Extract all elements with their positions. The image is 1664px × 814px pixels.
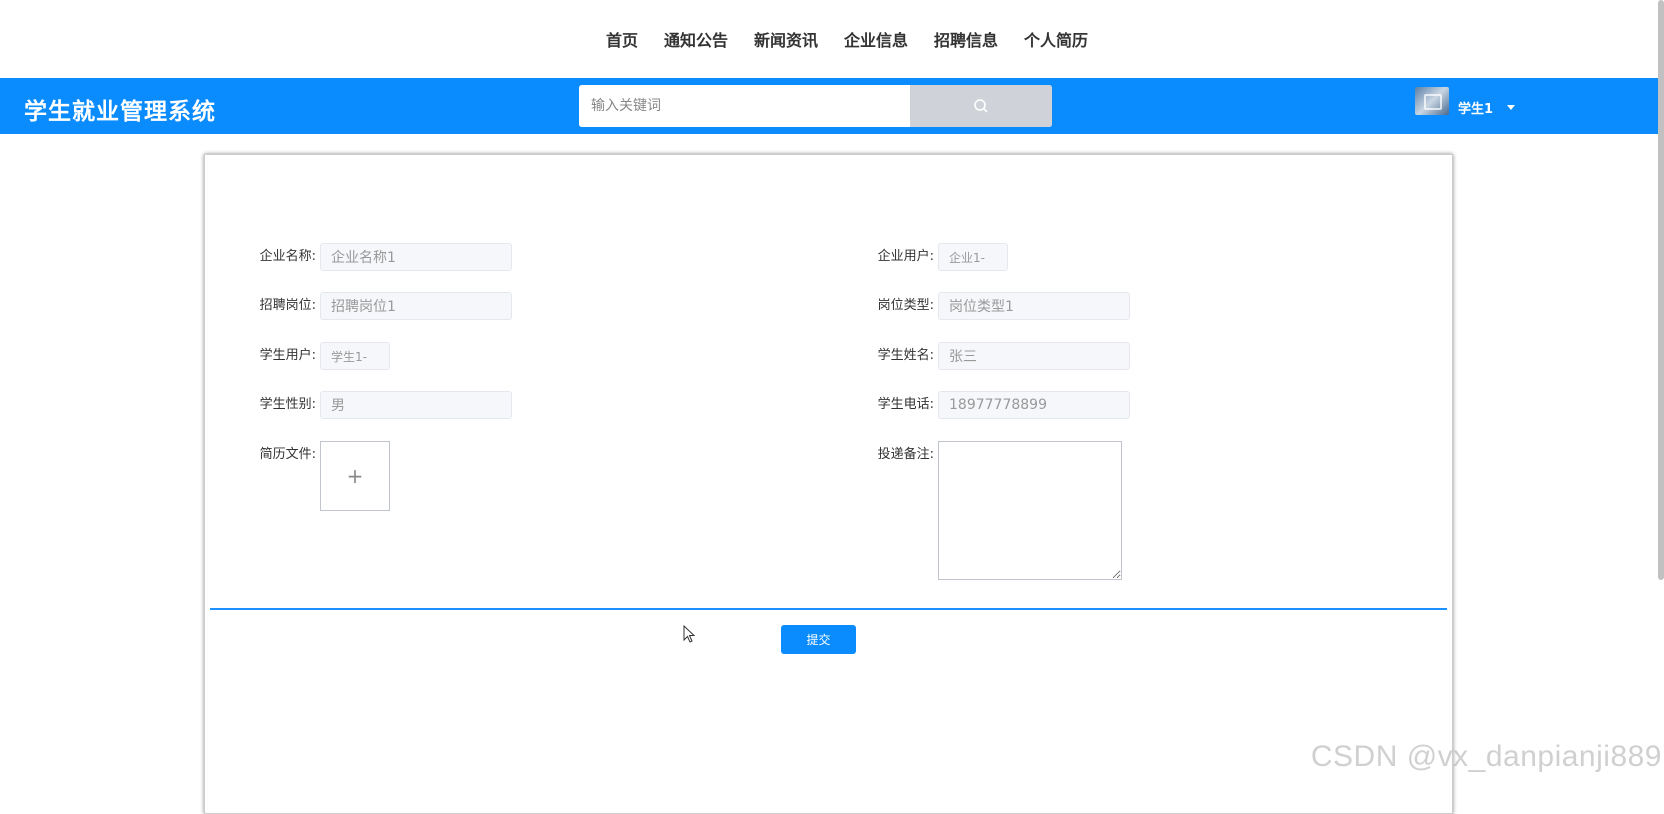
student-name-input[interactable]: 张三 bbox=[938, 342, 1130, 370]
student-gender-field: 学生性别: 男 bbox=[256, 391, 512, 419]
application-form-card: 企业名称: 企业名称1 企业用户: 企业1- 招聘岗位: 招聘岗位1 岗位类型:… bbox=[204, 154, 1453, 814]
student-user-field: 学生用户: 学生1- bbox=[256, 342, 390, 370]
company-user-label: 企业用户: bbox=[877, 249, 934, 264]
company-name-input[interactable]: 企业名称1 bbox=[320, 243, 512, 271]
company-user-field: 企业用户: 企业1- bbox=[874, 243, 1008, 271]
resume-file-label: 简历文件: bbox=[259, 447, 316, 462]
student-phone-input[interactable]: 18977778899 bbox=[938, 391, 1130, 419]
student-name-label: 学生姓名: bbox=[877, 348, 934, 363]
search-icon bbox=[974, 99, 988, 113]
job-position-field: 招聘岗位: 招聘岗位1 bbox=[256, 292, 512, 320]
student-phone-label: 学生电话: bbox=[877, 397, 934, 412]
student-gender-label: 学生性别: bbox=[259, 397, 316, 412]
student-phone-field: 学生电话: 18977778899 bbox=[874, 391, 1130, 419]
company-user-select[interactable]: 企业1- bbox=[938, 243, 1008, 271]
job-type-input[interactable]: 岗位类型1 bbox=[938, 292, 1130, 320]
user-menu[interactable]: 学生1 bbox=[1415, 84, 1516, 117]
chevron-down-icon bbox=[1507, 105, 1516, 110]
mouse-cursor-icon bbox=[683, 625, 696, 643]
job-type-label: 岗位类型: bbox=[877, 298, 934, 313]
resume-file-field: 简历文件: + bbox=[256, 441, 390, 511]
remark-field: 投递备注: bbox=[874, 441, 1122, 580]
plus-icon: + bbox=[346, 464, 364, 488]
username: 学生1 bbox=[1458, 102, 1494, 117]
student-gender-input[interactable]: 男 bbox=[320, 391, 512, 419]
nav-item-companies[interactable]: 企业信息 bbox=[831, 27, 921, 51]
resume-upload-button[interactable]: + bbox=[320, 441, 390, 511]
form-divider bbox=[210, 608, 1447, 610]
search-input[interactable] bbox=[579, 85, 910, 127]
student-user-select[interactable]: 学生1- bbox=[320, 342, 390, 370]
job-type-field: 岗位类型: 岗位类型1 bbox=[874, 292, 1130, 320]
student-name-field: 学生姓名: 张三 bbox=[874, 342, 1130, 370]
nav-item-home[interactable]: 首页 bbox=[593, 27, 651, 51]
search-button[interactable] bbox=[910, 85, 1052, 127]
remark-textarea[interactable] bbox=[938, 441, 1122, 580]
search-bar bbox=[579, 85, 1052, 127]
header-bar: 学生就业管理系统 学生1 bbox=[0, 78, 1658, 134]
nav-item-notices[interactable]: 通知公告 bbox=[651, 27, 741, 51]
submit-button[interactable]: 提交 bbox=[781, 625, 856, 654]
top-navigation: 首页 通知公告 新闻资讯 企业信息 招聘信息 个人简历 bbox=[0, 0, 1664, 78]
remark-label: 投递备注: bbox=[877, 447, 934, 462]
company-name-label: 企业名称: bbox=[259, 249, 316, 264]
nav-item-resume[interactable]: 个人简历 bbox=[1011, 27, 1101, 51]
nav-item-jobs[interactable]: 招聘信息 bbox=[921, 27, 1011, 51]
company-name-field: 企业名称: 企业名称1 bbox=[256, 243, 512, 271]
job-position-input[interactable]: 招聘岗位1 bbox=[320, 292, 512, 320]
job-position-label: 招聘岗位: bbox=[259, 298, 316, 313]
page-scrollbar[interactable] bbox=[1658, 0, 1664, 580]
nav-item-news[interactable]: 新闻资讯 bbox=[741, 27, 831, 51]
watermark: CSDN @vx_danpianji889 bbox=[1310, 740, 1662, 773]
student-user-label: 学生用户: bbox=[259, 348, 316, 363]
nav-list: 首页 通知公告 新闻资讯 企业信息 招聘信息 个人简历 bbox=[593, 27, 1101, 51]
avatar bbox=[1415, 86, 1449, 115]
site-title: 学生就业管理系统 bbox=[24, 99, 216, 125]
